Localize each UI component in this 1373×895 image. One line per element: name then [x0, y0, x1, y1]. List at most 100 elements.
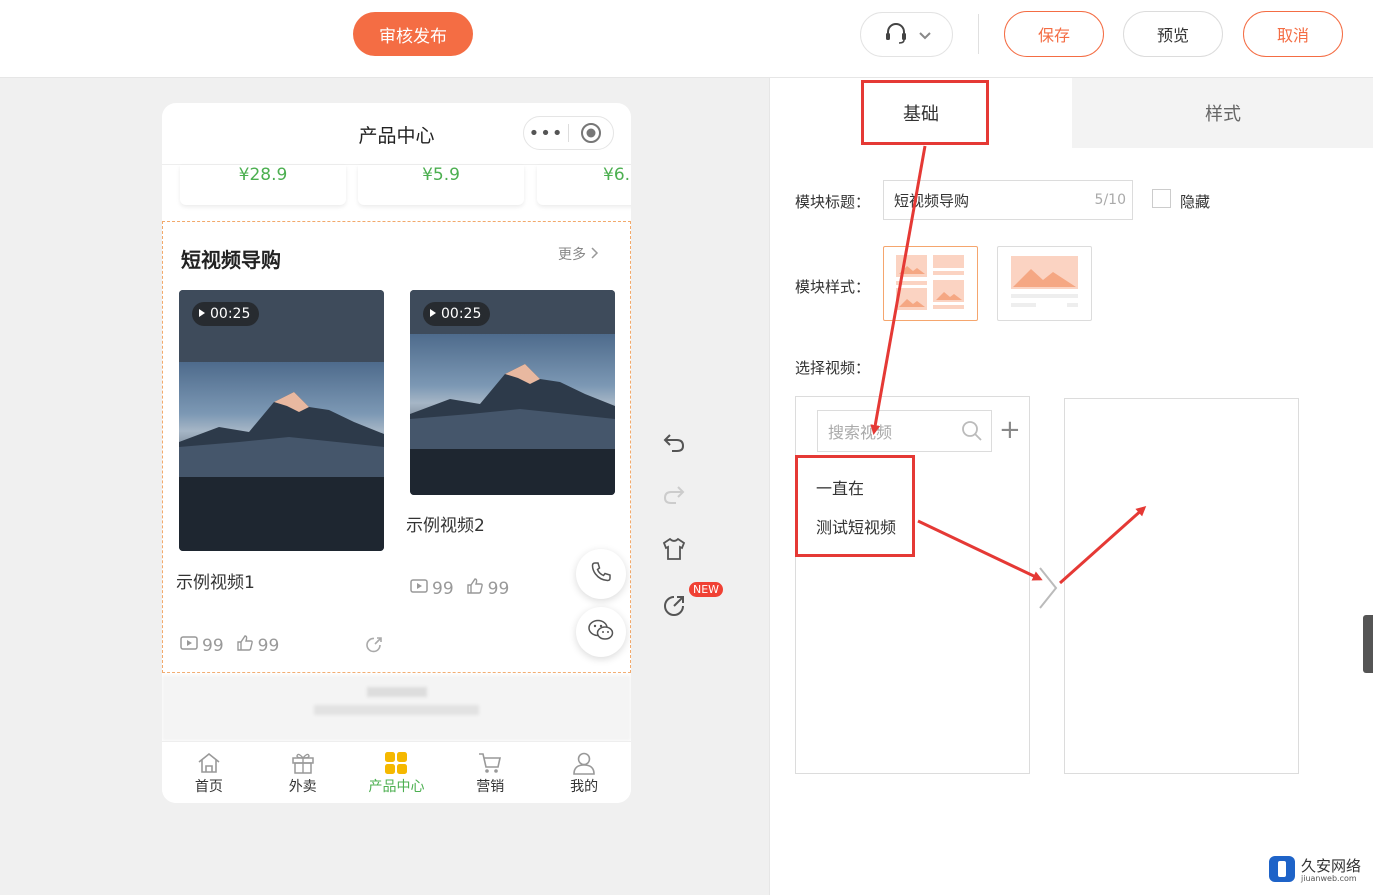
- hide-checkbox[interactable]: [1152, 189, 1171, 208]
- like-count: 99: [257, 635, 280, 656]
- bottom-tab-bar: 首页 外卖 产品中心 营销 我的: [162, 741, 631, 803]
- module-title-value: 短视频导购: [894, 191, 970, 210]
- tab-style[interactable]: 样式: [1072, 78, 1373, 148]
- tab-mine[interactable]: 我的: [537, 742, 631, 803]
- product-card[interactable]: ¥28.9: [180, 165, 346, 205]
- tab-label: 产品中心: [368, 779, 425, 795]
- video-stats: 99 99: [180, 634, 279, 657]
- wechat-icon: [587, 618, 615, 646]
- side-scroll-handle[interactable]: [1363, 615, 1373, 673]
- annotation-box: [861, 80, 989, 145]
- watermark-url: jiuanweb.com: [1301, 873, 1357, 883]
- selected-video-list: [1064, 398, 1299, 774]
- blurred-footer: [162, 675, 631, 741]
- watermark-name: 久安网络: [1301, 857, 1362, 876]
- style-option-grid[interactable]: [883, 246, 978, 321]
- play-icon: [198, 306, 206, 322]
- more-link[interactable]: 更多: [558, 244, 600, 264]
- more-dots-icon[interactable]: •••: [524, 123, 568, 144]
- wechat-button[interactable]: [576, 607, 626, 657]
- module-title-label: 模块标题：: [795, 193, 871, 211]
- home-icon: [196, 750, 222, 776]
- module-style-label: 模块样式：: [795, 278, 871, 296]
- video-thumbnail[interactable]: 00:25: [410, 290, 615, 495]
- cancel-button[interactable]: 取消: [1243, 11, 1343, 57]
- mountain-image: [410, 334, 615, 449]
- phone-icon: [589, 560, 613, 588]
- share-icon[interactable]: [365, 636, 383, 658]
- duration-badge: 00:25: [423, 302, 491, 326]
- video-name: 示例视频1: [176, 573, 255, 593]
- publish-button[interactable]: 审核发布: [353, 12, 473, 56]
- duration-badge: 00:25: [192, 302, 260, 326]
- chevron-down-icon: [918, 25, 931, 44]
- add-icon[interactable]: +: [999, 416, 1021, 444]
- video-stats: 99 99: [410, 577, 509, 600]
- product-price: ¥28.9: [238, 165, 288, 185]
- duration-label: 00:25: [441, 306, 482, 322]
- tab-marketing[interactable]: 营销: [443, 742, 537, 803]
- short-video-module[interactable]: 短视频导购 更多 00:25 示例视频1 99 99 00:25 示例视频2 9…: [162, 221, 631, 673]
- phone-call-button[interactable]: [576, 549, 626, 599]
- grid-icon: [383, 750, 409, 776]
- watermark-logo-icon: [1268, 855, 1296, 887]
- search-placeholder: 搜索视频: [828, 423, 893, 442]
- duration-label: 00:25: [210, 306, 251, 322]
- new-badge: NEW: [689, 582, 724, 597]
- cart-icon: [477, 750, 503, 776]
- chevron-right-icon: [590, 247, 600, 263]
- product-card[interactable]: ¥5.9: [358, 165, 524, 205]
- product-price: ¥6.: [603, 165, 631, 185]
- like-count: 99: [487, 578, 510, 599]
- style-option-single[interactable]: [997, 246, 1092, 321]
- tab-label: 首页: [194, 779, 223, 795]
- tab-takeout[interactable]: 外卖: [256, 742, 350, 803]
- play-count-icon: [180, 635, 198, 656]
- headset-icon: [883, 20, 909, 50]
- phone-preview: 产品中心 ••• ¥28.9 ¥5.9 ¥6. 短视频导购 更多 00:25 示…: [162, 103, 631, 803]
- theme-skin-button[interactable]: [658, 535, 690, 567]
- grid-layout-icon: [893, 252, 968, 316]
- tab-label: 我的: [570, 779, 599, 795]
- tab-label: 营销: [476, 779, 505, 795]
- user-icon: [571, 750, 597, 776]
- tab-home[interactable]: 首页: [162, 742, 256, 803]
- save-button[interactable]: 保存: [1004, 11, 1104, 57]
- video-source-list: 搜索视频 + 一直在 测试短视频: [795, 396, 1030, 774]
- view-count: 99: [202, 635, 224, 656]
- watermark: 久安网络 jiuanweb.com: [1268, 855, 1361, 887]
- hide-label: 隐藏: [1180, 193, 1211, 211]
- top-toolbar: 审核发布 保存 预览 取消: [0, 0, 1373, 78]
- module-title-input[interactable]: 短视频导购 5/10: [883, 180, 1133, 220]
- view-count: 99: [432, 578, 454, 599]
- more-label: 更多: [558, 247, 586, 263]
- gift-icon: [290, 750, 316, 776]
- single-layout-icon: [1007, 252, 1082, 316]
- share-out-icon: [661, 593, 687, 623]
- preview-button[interactable]: 预览: [1123, 11, 1223, 57]
- video-thumbnail[interactable]: 00:25: [179, 290, 384, 551]
- select-video-label: 选择视频：: [795, 359, 871, 377]
- transfer-arrow-icon[interactable]: [1036, 566, 1060, 614]
- undo-icon: [662, 431, 686, 457]
- char-counter: 5/10: [1094, 192, 1126, 208]
- redo-icon: [662, 483, 686, 509]
- shirt-icon: [662, 537, 686, 565]
- thumbs-up-icon: [236, 634, 254, 657]
- close-target-icon[interactable]: [569, 122, 613, 144]
- play-count-icon: [410, 578, 428, 599]
- annotation-box: [795, 455, 915, 557]
- tab-product-center[interactable]: 产品中心: [350, 742, 444, 803]
- mini-program-capsule[interactable]: •••: [523, 116, 614, 150]
- tab-label: 外卖: [288, 779, 317, 795]
- phone-header: 产品中心 •••: [162, 103, 631, 165]
- search-icon[interactable]: [961, 420, 983, 446]
- mountain-image: [179, 362, 384, 477]
- product-card[interactable]: ¥6.: [537, 165, 631, 205]
- customer-service-button[interactable]: [860, 12, 953, 57]
- video-search-input[interactable]: 搜索视频: [817, 410, 992, 452]
- undo-button[interactable]: [658, 428, 690, 460]
- share-export-button[interactable]: [658, 592, 690, 624]
- redo-button[interactable]: [658, 480, 690, 512]
- video-name: 示例视频2: [406, 516, 485, 536]
